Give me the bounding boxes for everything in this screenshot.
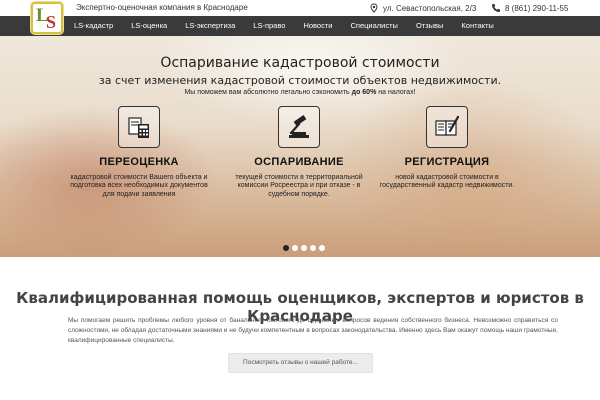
address-block: ул. Севастопольская, 2/3 xyxy=(369,3,476,13)
hero-slider: Оспаривание кадастровой стоимости за сче… xyxy=(0,36,600,257)
slider-pagination xyxy=(283,245,325,251)
slider-dot[interactable] xyxy=(301,245,307,251)
nav-item-ls-ocenka[interactable]: LS-оценка xyxy=(122,16,176,36)
feature-title: РЕГИСТРАЦИЯ xyxy=(404,156,490,168)
slider-dot[interactable] xyxy=(310,245,316,251)
nav-item-reviews[interactable]: Отзывы xyxy=(407,16,452,36)
feature-revaluation: ПЕРЕОЦЕНКА кадастровой стоимости Вашего … xyxy=(64,106,214,199)
phone-number[interactable]: 8 (861) 290-11-55 xyxy=(505,4,568,13)
slider-dot[interactable] xyxy=(319,245,325,251)
phone-icon xyxy=(492,4,500,12)
address-text: ул. Севастопольская, 2/3 xyxy=(383,3,477,13)
feature-title: ОСПАРИВАНИЕ xyxy=(254,156,344,168)
nav-item-ls-pravo[interactable]: LS-право xyxy=(244,16,294,36)
view-reviews-button[interactable]: Посмотреть отзывы о нашей работе... xyxy=(228,353,373,373)
map-pin-icon xyxy=(370,3,378,13)
phone-block[interactable]: 8 (861) 290-11-55 xyxy=(491,3,568,13)
feature-title: ПЕРЕОЦЕНКА xyxy=(99,156,179,168)
hero-note: Мы поможем вам абсолютно легально сэконо… xyxy=(184,89,416,96)
gavel-icon xyxy=(278,106,320,148)
book-pen-icon xyxy=(426,106,468,148)
nav-item-contacts[interactable]: Контакты xyxy=(452,16,502,36)
slider-dot[interactable] xyxy=(283,245,289,251)
company-tagline: Экспертно-оценочная компания в Краснодар… xyxy=(76,3,248,12)
slider-dot[interactable] xyxy=(292,245,298,251)
company-logo[interactable]: LS xyxy=(31,2,63,34)
hero-title: Оспаривание кадастровой стоимости xyxy=(160,55,440,71)
feature-description: текущей стоимости в территориальной коми… xyxy=(235,174,363,198)
nav-item-specialists[interactable]: Специалисты xyxy=(341,16,406,36)
feature-description: новой кадастровой стоимости в государств… xyxy=(379,174,515,190)
feature-description: кадастровой стоимости Вашего объекта и п… xyxy=(70,174,208,198)
top-bar: LS Экспертно-оценочная компания в Красно… xyxy=(0,0,600,34)
section-description: Мы помогаем решить проблемы любого уровн… xyxy=(68,317,558,345)
nav-item-ls-ekspertiza[interactable]: LS-экспертиза xyxy=(176,16,244,36)
nav-item-news[interactable]: Новости xyxy=(294,16,341,36)
hero-subtitle: за счет изменения кадастровой стоимости … xyxy=(98,74,502,87)
nav-item-ls-kadastr[interactable]: LS-кадастр xyxy=(65,16,122,36)
feature-registration: РЕГИСТРАЦИЯ новой кадастровой стоимости … xyxy=(372,106,522,191)
main-nav: LS-кадастр LS-оценка LS-экспертиза LS-пр… xyxy=(0,16,600,36)
feature-contest: ОСПАРИВАНИЕ текущей стоимости в территор… xyxy=(224,106,374,199)
calculator-documents-icon xyxy=(118,106,160,148)
